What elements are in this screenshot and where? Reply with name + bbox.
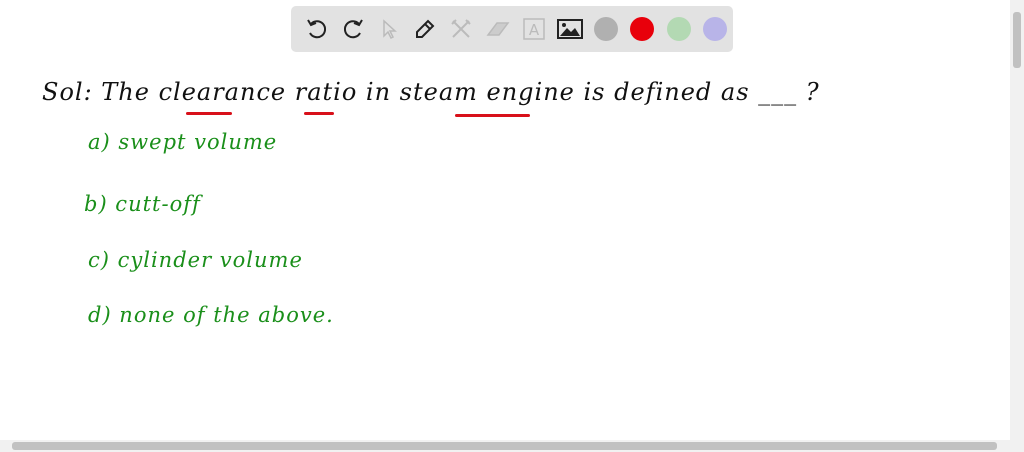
horizontal-scroll-thumb[interactable]	[12, 442, 997, 450]
image-icon	[556, 19, 583, 39]
pen-icon	[416, 19, 435, 38]
underline-engine	[455, 114, 530, 117]
pen-button[interactable]	[408, 11, 444, 47]
tools-button[interactable]	[444, 11, 480, 47]
select-icon	[383, 19, 398, 40]
color-red[interactable]	[625, 11, 661, 47]
redo-icon	[343, 19, 363, 39]
eraser-icon	[486, 22, 510, 36]
redo-button[interactable]	[335, 11, 371, 47]
underline-ratio	[304, 112, 334, 115]
color-swatch	[594, 17, 619, 41]
option-b: b) cutt-off	[84, 192, 201, 216]
undo-icon	[306, 19, 326, 39]
underline-clearance	[186, 112, 232, 115]
svg-text:A: A	[529, 21, 540, 39]
color-gray[interactable]	[588, 11, 624, 47]
undo-button[interactable]	[299, 11, 335, 47]
image-button[interactable]	[552, 11, 588, 47]
option-d: d) none of the above.	[88, 303, 334, 327]
color-swatch	[702, 17, 727, 41]
tools-icon	[451, 19, 472, 38]
vertical-scrollbar[interactable]	[1010, 0, 1024, 440]
vertical-scroll-thumb[interactable]	[1013, 12, 1021, 68]
color-swatch	[630, 17, 655, 41]
color-green[interactable]	[661, 11, 697, 47]
drawing-toolbar: A	[291, 6, 733, 52]
text-icon: A	[523, 18, 545, 40]
color-purple[interactable]	[697, 11, 733, 47]
select-button[interactable]	[371, 11, 407, 47]
text-button[interactable]: A	[516, 11, 552, 47]
eraser-button[interactable]	[480, 11, 516, 47]
option-a: a) swept volume	[88, 130, 278, 154]
question-text: Sol: The clearance ratio in steam engine…	[42, 78, 820, 106]
horizontal-scrollbar[interactable]	[0, 440, 1024, 452]
option-c: c) cylinder volume	[88, 248, 303, 272]
color-swatch	[666, 17, 691, 41]
